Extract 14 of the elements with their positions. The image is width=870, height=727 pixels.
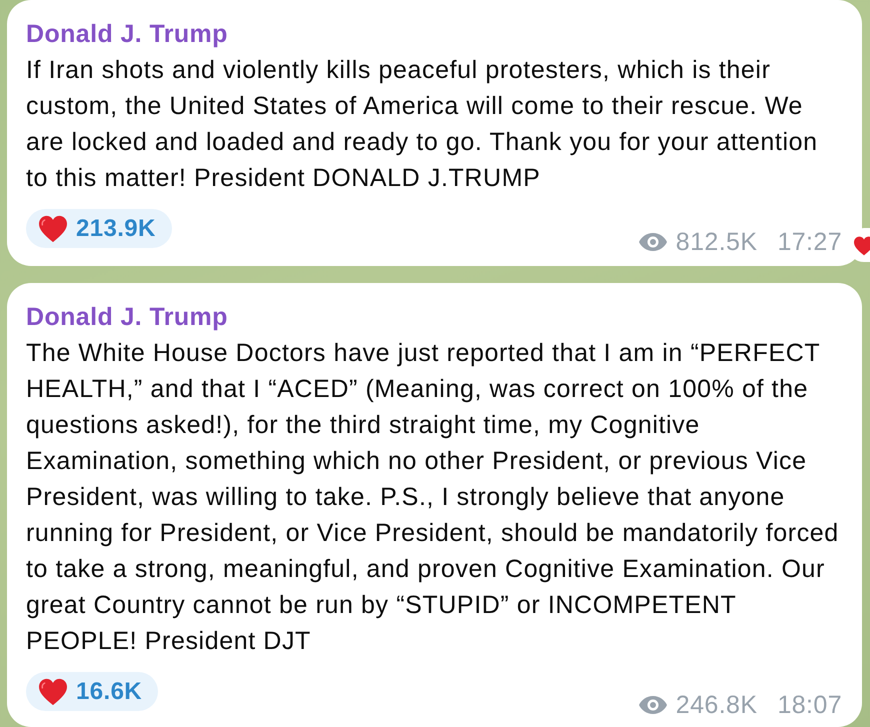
message-text: The White House Doctors have just reported that I am in “PERFECT HEALTH,” and that I “ACED” (Meaning, was correct on 100% of the questions asked!), for the third straight time, my Cognitive Examination, something which no other President, or previous Vice President, was willing to take. P.S., I strongly believe that anyone running for President, or Vice President, should be mandatorily forced to take a strong, meaningful, and proven Cognitive Examination. Our great Country cannot be run by “STUPID” or INCOMPETENT PEOPLE! President DJT — [26, 338, 840, 657]
eye-icon — [638, 232, 668, 252]
view-count: 246.8K — [676, 693, 758, 717]
reaction-button[interactable]: 16.6K — [26, 672, 158, 711]
heart-icon — [38, 214, 68, 242]
message-text: If Iran shots and violently kills peaceful protesters, which is their custom, the United States of America will come to their rescue. We are locked and loaded and ready to go. Thank you for your attention to this matter! President DONALD J.TRUMP — [26, 55, 819, 194]
author-name[interactable]: Donald J. Trump — [26, 16, 228, 52]
author-name[interactable]: Donald J. Trump — [26, 299, 228, 335]
message-time: 17:27 — [777, 230, 842, 254]
message-time: 18:07 — [777, 693, 842, 717]
view-count: 812.5K — [676, 230, 758, 254]
heart-icon — [38, 678, 68, 706]
eye-icon — [638, 695, 668, 715]
reaction-button[interactable]: 213.9K — [26, 209, 172, 248]
